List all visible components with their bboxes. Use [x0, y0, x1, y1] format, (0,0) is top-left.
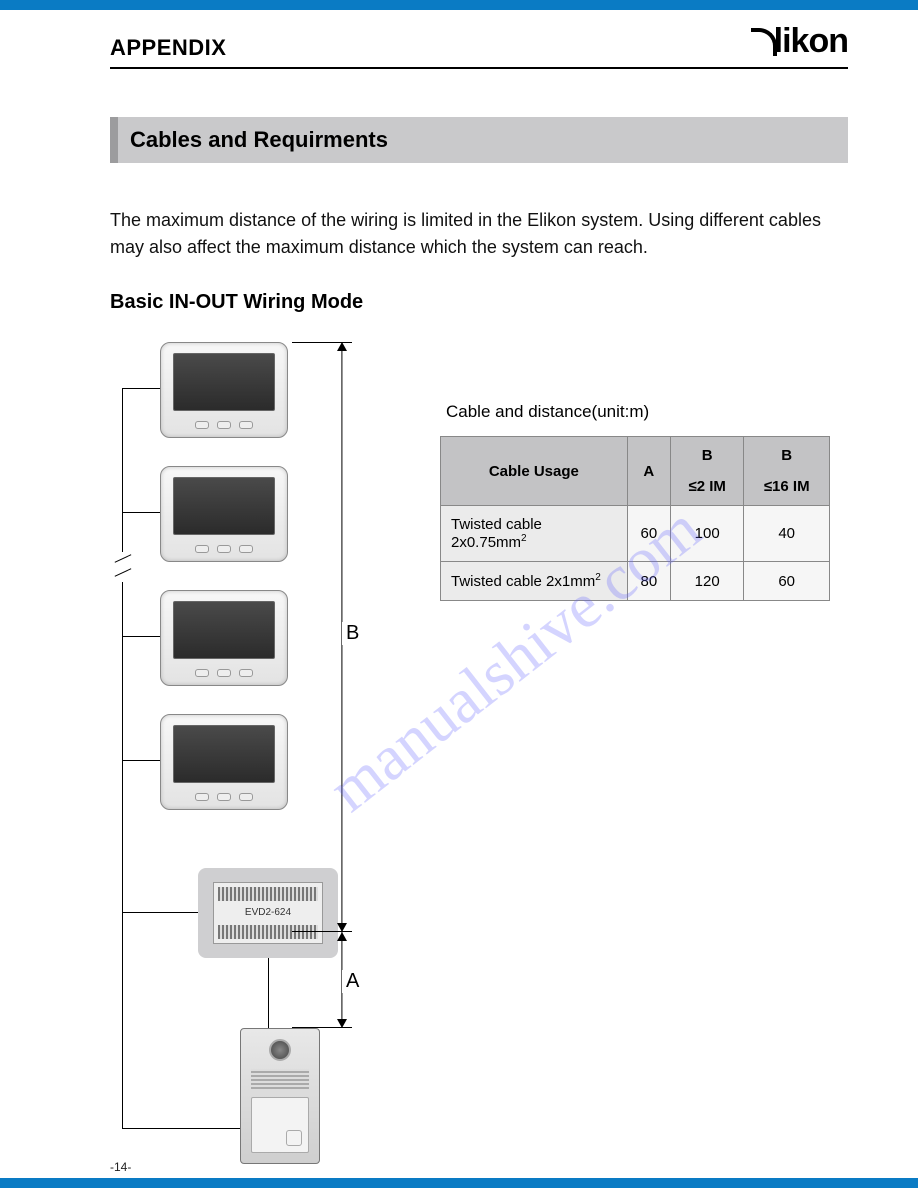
header: APPENDIX likon: [110, 22, 848, 69]
dimension-b-label: B: [342, 622, 363, 645]
cell-usage: Twisted cable 2x0.75mm2: [441, 506, 628, 562]
monitor-icon: [160, 342, 288, 438]
subsection-heading: Basic IN-OUT Wiring Mode: [110, 291, 848, 314]
bottom-accent-bar: [0, 1178, 918, 1188]
table-row: Twisted cable 2x0.75mm2 60 100 40: [441, 506, 830, 562]
cell-usage: Twisted cable 2x1mm2: [441, 562, 628, 601]
cell-b1: 100: [670, 506, 743, 562]
wire-branch: [122, 636, 160, 637]
dimension-a: A: [332, 932, 352, 1028]
cable-table-area: Cable and distance(unit:m) Cable Usage A…: [440, 402, 830, 601]
top-accent-bar: [0, 0, 918, 10]
wire-branch: [268, 958, 269, 1028]
section-heading: Cables and Requirments: [110, 117, 848, 163]
wire-branch: [122, 912, 198, 913]
distributor-icon: EVD2-624: [198, 868, 338, 958]
door-station-icon: [240, 1028, 320, 1164]
dimension-b: B: [332, 342, 352, 932]
cell-b2: 60: [744, 562, 830, 601]
wire-branch: [122, 388, 160, 389]
cell-a: 80: [627, 562, 670, 601]
monitor-icon: [160, 714, 288, 810]
section-paragraph: The maximum distance of the wiring is li…: [110, 207, 848, 261]
wire-break-icon: [114, 552, 132, 582]
wire-branch: [122, 512, 160, 513]
col-header-b2: B ≤16 IM: [744, 437, 830, 506]
col-header-a: A: [627, 437, 670, 506]
table-caption: Cable and distance(unit:m): [446, 402, 830, 422]
wire-branch: [122, 760, 160, 761]
dimension-a-label: A: [342, 970, 363, 993]
wire-bus: [122, 388, 123, 1128]
page-content: APPENDIX likon Cables and Requirments Th…: [110, 22, 848, 1168]
cable-distance-table: Cable Usage A B ≤2 IM B ≤16 IM: [440, 436, 830, 601]
cell-a: 60: [627, 506, 670, 562]
cell-b2: 40: [744, 506, 830, 562]
brand-logo: likon: [751, 22, 848, 61]
brand-name: likon: [774, 22, 848, 61]
monitor-icon: [160, 590, 288, 686]
col-header-usage: Cable Usage: [441, 437, 628, 506]
monitor-icon: [160, 466, 288, 562]
monitor-stack: [160, 342, 288, 838]
page-number: -14-: [110, 1160, 131, 1174]
content-area: EVD2-624 B: [110, 342, 848, 1172]
col-header-b1: B ≤2 IM: [670, 437, 743, 506]
cell-b1: 120: [670, 562, 743, 601]
page-title: APPENDIX: [110, 35, 226, 61]
distributor-label: EVD2-624: [214, 907, 322, 918]
table-row: Twisted cable 2x1mm2 80 120 60: [441, 562, 830, 601]
